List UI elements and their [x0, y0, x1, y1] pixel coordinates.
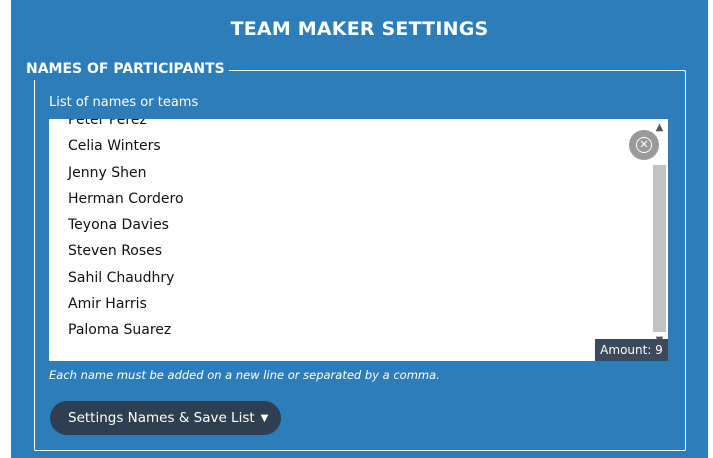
scrollbar-thumb[interactable] [653, 165, 666, 332]
name-line: Jenny Shen [68, 164, 147, 181]
names-list-label: List of names or teams [49, 95, 199, 110]
names-list: Peter Perez Celia Winters Jenny Shen Her… [68, 119, 184, 344]
name-line: Steven Roses [68, 243, 163, 260]
names-textarea[interactable]: Peter Perez Celia Winters Jenny Shen Her… [49, 119, 668, 361]
participants-legend: NAMES OF PARTICIPANTS [22, 58, 229, 80]
team-maker-settings-panel: TEAM MAKER SETTINGS NAMES OF PARTICIPANT… [11, 0, 708, 458]
names-hint: Each name must be added on a new line or… [49, 368, 440, 382]
name-line: Teyona Davies [68, 217, 169, 234]
name-line: Sahil Chaudhry [68, 269, 175, 286]
name-line: Amir Harris [68, 296, 147, 313]
name-line: Herman Cordero [68, 190, 184, 207]
close-circle-icon: ✕ [636, 137, 652, 153]
settings-names-save-list-button[interactable]: Settings Names & Save List ▼ [50, 401, 281, 435]
panel-title: TEAM MAKER SETTINGS [230, 18, 489, 40]
caret-down-icon: ▼ [260, 413, 269, 424]
name-line: Celia Winters [68, 138, 161, 155]
name-line: Peter Perez [68, 119, 147, 128]
amount-badge: Amount: 9 [595, 339, 668, 361]
clear-list-button[interactable]: ✕ [629, 130, 659, 160]
settings-button-label: Settings Names & Save List [68, 410, 255, 426]
name-line: Paloma Suarez [68, 322, 172, 339]
